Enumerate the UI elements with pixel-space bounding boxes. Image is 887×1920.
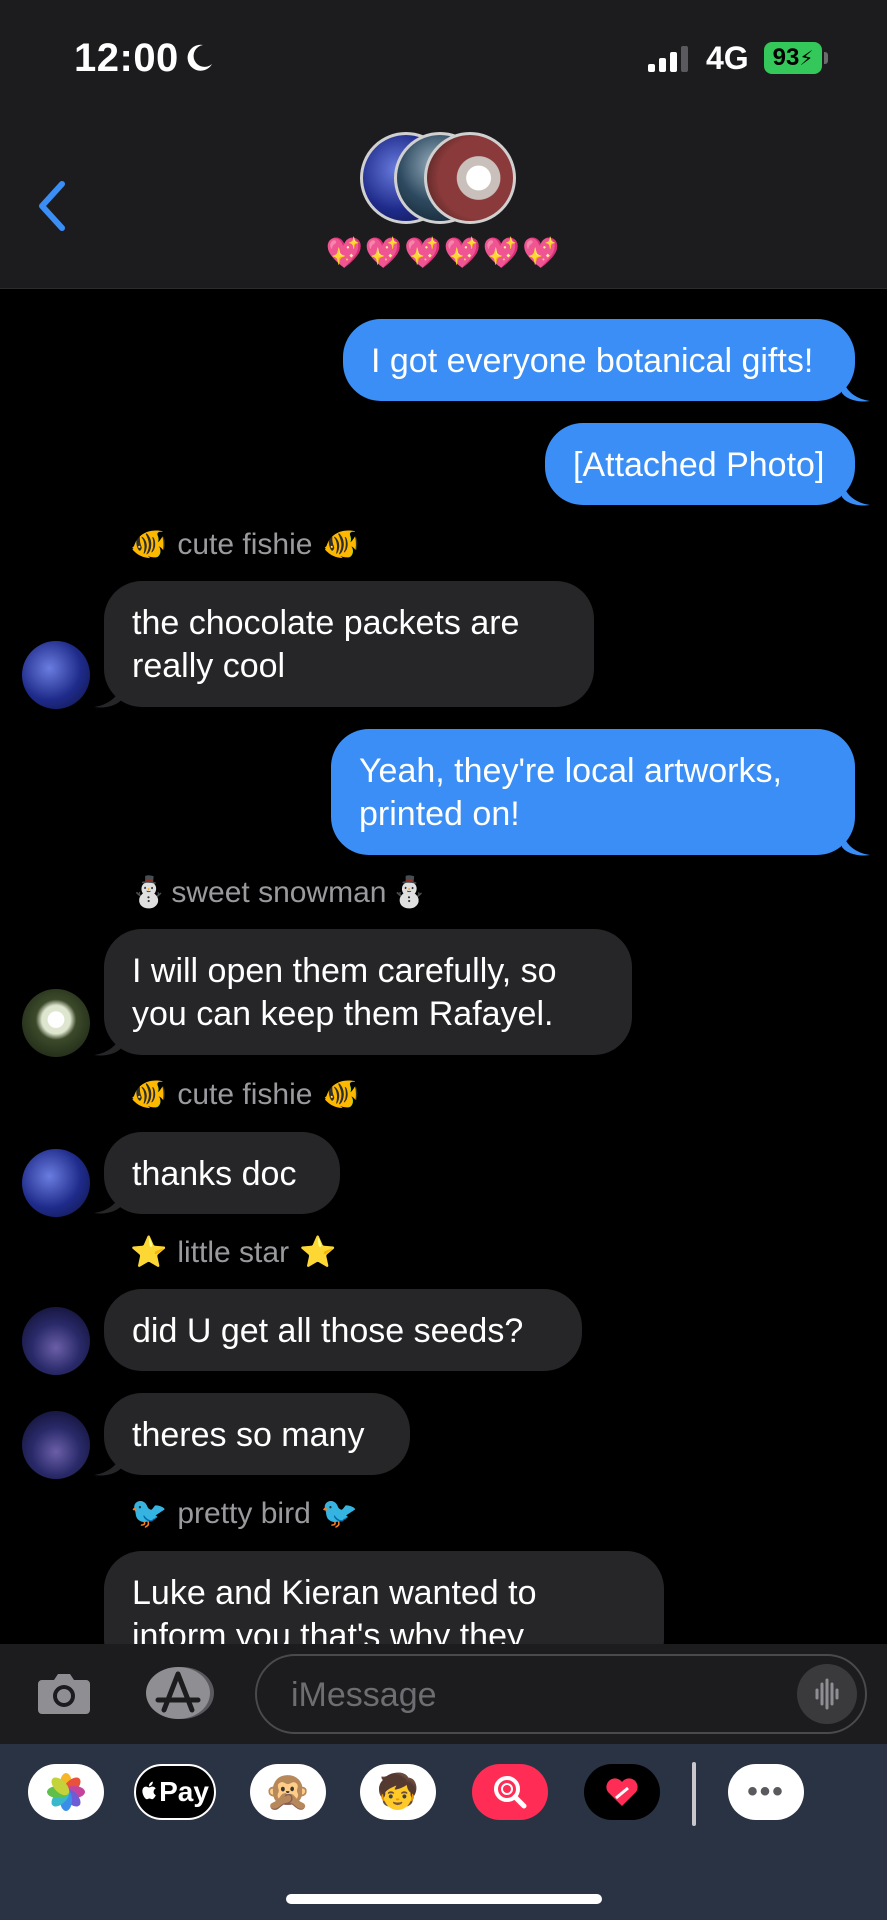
bubble-tail <box>842 375 870 402</box>
star-emoji-icon: ⭐ <box>130 1236 168 1269</box>
sender-label: ⛄ sweet snowman ⛄ <box>130 875 428 910</box>
incoming-message[interactable]: theres so many <box>104 1393 410 1475</box>
message-text: thanks doc <box>132 1155 297 1193</box>
home-indicator[interactable] <box>286 1894 602 1904</box>
search-images-icon[interactable] <box>472 1764 548 1820</box>
bubble-tail <box>94 1449 122 1476</box>
avatar[interactable] <box>22 1149 90 1217</box>
moon-icon <box>187 44 212 71</box>
bubble-tail <box>842 829 870 856</box>
sender-name: sweet snowman <box>171 875 387 909</box>
message-input[interactable]: iMessage <box>255 1654 867 1734</box>
snowman-emoji-icon: ⛄ <box>130 876 168 909</box>
sender-label: 🐠 cute fishie 🐠 <box>130 1077 360 1112</box>
battery-tip <box>824 52 828 64</box>
bubble-tail <box>94 681 122 708</box>
message-text-line: printed on! <box>359 795 520 833</box>
bubble-tail <box>94 1187 122 1214</box>
message-list[interactable]: I got everyone botanical gifts! [Attache… <box>0 289 887 1644</box>
message-text: I got everyone botanical gifts! <box>371 342 814 380</box>
incoming-message[interactable]: thanks doc <box>104 1132 340 1214</box>
bubble-tail <box>842 479 870 506</box>
battery-icon: 93 ⚡ <box>764 42 822 74</box>
sender-label: 🐦 pretty bird 🐦 <box>130 1496 358 1531</box>
back-chevron-icon[interactable] <box>36 180 68 232</box>
status-time: 12:00 <box>74 36 179 80</box>
message-text-line: really cool <box>132 647 286 685</box>
apple-pay-label: Pay <box>159 1776 209 1807</box>
outgoing-message[interactable]: [Attached Photo] <box>545 423 855 505</box>
camera-icon[interactable] <box>36 1668 92 1716</box>
message-text: [Attached Photo] <box>573 446 825 484</box>
group-avatar-3 <box>424 132 516 224</box>
dock-divider <box>692 1762 696 1826</box>
message-placeholder: iMessage <box>291 1676 437 1714</box>
status-bar: 12:00 4G 93 ⚡ <box>0 0 887 120</box>
memoji-avatar-icon[interactable]: 🧒 <box>360 1764 436 1820</box>
memoji-monkey-icon[interactable]: 🙊 <box>250 1764 326 1820</box>
group-name[interactable]: 💖💖💖💖💖💖 <box>0 236 887 271</box>
network-type: 4G <box>706 40 749 76</box>
message-text-line: the chocolate packets are <box>132 604 520 642</box>
message-text-line: Luke and Kieran wanted to <box>132 1574 537 1612</box>
bubble-tail <box>94 1029 122 1056</box>
avatar[interactable] <box>22 989 90 1057</box>
apple-pay-icon[interactable]: Pay <box>134 1764 216 1820</box>
star-emoji-icon: ⭐ <box>299 1236 337 1269</box>
sender-name: cute fishie <box>177 1077 313 1111</box>
snowman-emoji-icon: ⛄ <box>390 876 428 909</box>
outgoing-message[interactable]: Yeah, they're local artworks, printed on… <box>331 729 855 855</box>
incoming-message[interactable]: Luke and Kieran wanted to inform you tha… <box>104 1551 664 1644</box>
message-text: did U get all those seeds? <box>132 1312 524 1350</box>
more-label: ••• <box>747 1775 785 1808</box>
sender-label: 🐠 cute fishie 🐠 <box>130 527 360 562</box>
audio-waveform-icon[interactable] <box>797 1664 857 1724</box>
sender-name: little star <box>177 1235 290 1269</box>
fish-emoji-icon: 🐠 <box>322 528 360 561</box>
sender-name: pretty bird <box>177 1496 311 1530</box>
photos-icon[interactable] <box>28 1764 104 1820</box>
avatar[interactable] <box>22 1307 90 1375</box>
avatar[interactable] <box>22 641 90 709</box>
bird-emoji-icon: 🐦 <box>320 1497 359 1530</box>
app-store-icon[interactable] <box>144 1666 216 1720</box>
message-text: theres so many <box>132 1416 365 1454</box>
signal-icon <box>648 46 688 72</box>
message-text-line: inform you that's why they <box>132 1617 524 1644</box>
app-drawer: Pay 🙊 🧒 ••• <box>0 1744 887 1920</box>
fish-emoji-icon: 🐠 <box>322 1078 360 1111</box>
sender-label: ⭐ little star ⭐ <box>130 1235 336 1270</box>
group-avatars[interactable] <box>360 132 532 232</box>
incoming-message[interactable]: did U get all those seeds? <box>104 1289 582 1371</box>
battery-level: 93 <box>772 44 800 71</box>
message-input-bar: iMessage <box>0 1644 887 1744</box>
fish-emoji-icon: 🐠 <box>130 1078 168 1111</box>
sender-name: cute fishie <box>177 527 313 561</box>
more-icon[interactable]: ••• <box>728 1764 804 1820</box>
bird-emoji-icon: 🐦 <box>130 1497 168 1530</box>
digital-touch-icon[interactable] <box>584 1764 660 1820</box>
outgoing-message[interactable]: I got everyone botanical gifts! <box>343 319 855 401</box>
incoming-message[interactable]: I will open them carefully, so you can k… <box>104 929 632 1055</box>
avatar[interactable] <box>22 1411 90 1479</box>
message-text-line: you can keep them Rafayel. <box>132 995 554 1033</box>
fish-emoji-icon: 🐠 <box>130 528 168 561</box>
conversation-header: 💖💖💖💖💖💖 <box>0 120 887 289</box>
incoming-message[interactable]: the chocolate packets are really cool <box>104 581 594 707</box>
message-text-line: I will open them carefully, so <box>132 952 557 990</box>
message-text-line: Yeah, they're local artworks, <box>359 752 782 790</box>
